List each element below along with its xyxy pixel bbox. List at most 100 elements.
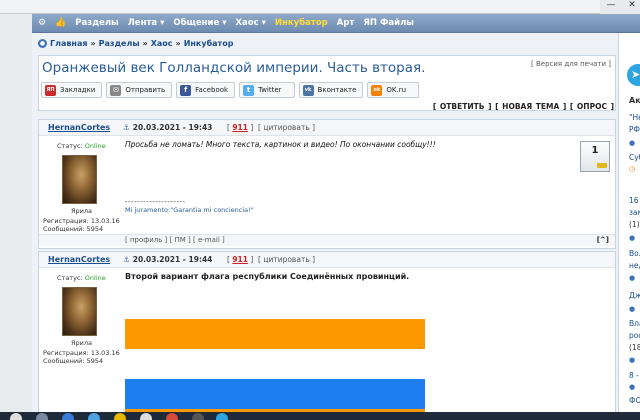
signature-text: Mi juramento:"Garantia mi conciencia!" xyxy=(125,206,254,214)
user-icon: ● xyxy=(629,356,636,364)
nav-item-sections[interactable]: Разделы xyxy=(75,18,118,28)
share-label: Закладки xyxy=(60,86,96,94)
author-status: Статус: Online xyxy=(57,142,106,150)
sidebar-link[interactable]: Вол xyxy=(629,249,640,258)
telegram-icon[interactable]: ➤ xyxy=(627,64,640,86)
author-rank: Ярила xyxy=(71,207,93,215)
post-header: HernanCortes ⚓ 20.03.2021 - 19:44 [ 911 ]… xyxy=(39,252,615,268)
sidebar-link[interactable]: зам xyxy=(629,208,640,217)
twitter-button[interactable]: t Twitter xyxy=(239,82,295,98)
post-header: HernanCortes ⚓ 20.03.2021 - 19:43 [ 911 ]… xyxy=(39,120,615,136)
anchor-icon[interactable]: ⚓ xyxy=(123,255,130,264)
post-date: ⚓ 20.03.2021 - 19:43 xyxy=(123,123,212,132)
topic-title: Оранжевый век Голландской империи. Часть… xyxy=(42,60,426,76)
nav-item-feed[interactable]: Лента ▾ xyxy=(128,18,165,28)
status-label: Статус: xyxy=(57,142,83,150)
app-icon[interactable] xyxy=(166,413,178,420)
nav-item-incubator[interactable]: Инкубатор xyxy=(275,18,328,28)
author-link[interactable]: HernanCortes xyxy=(48,123,110,132)
app-icon[interactable] xyxy=(62,413,74,420)
search-icon[interactable] xyxy=(36,413,48,420)
post-text: Второй вариант флага республики Соединён… xyxy=(125,272,410,281)
quote-link[interactable]: [ цитировать ] xyxy=(258,123,315,132)
author-status: Статус: Online xyxy=(57,274,106,282)
registration-date: Регистрация: 13.03.16 xyxy=(43,217,120,225)
post-number-link[interactable]: 911 xyxy=(232,255,248,264)
scroll-top-button[interactable]: [^] xyxy=(597,236,609,244)
app-icon[interactable] xyxy=(192,413,204,420)
rating-box[interactable]: 1 xyxy=(580,141,610,172)
bookmark-icon: ЯП xyxy=(45,84,56,96)
sidebar-link[interactable]: Дже xyxy=(629,291,640,300)
sidebar-link[interactable]: Суб xyxy=(629,153,640,162)
signature: -------------------- Mi juramento:"Garan… xyxy=(125,198,254,214)
nav-item-files[interactable]: ЯП Файлы xyxy=(363,18,414,28)
post-date-text: 20.03.2021 - 19:44 xyxy=(132,255,213,264)
breadcrumb: ● Главная » Разделы » Хаос » Инкубатор xyxy=(38,39,233,48)
breadcrumb-sections[interactable]: Разделы xyxy=(99,39,140,48)
share-bar: ЯП Закладки ✉ Отправить f Facebook t Twitter… xyxy=(41,82,420,98)
app-icon[interactable] xyxy=(216,413,228,420)
sidebar-link[interactable]: ФОЕ xyxy=(629,396,640,405)
sidebar-link[interactable]: "Не xyxy=(629,113,640,122)
start-icon[interactable] xyxy=(10,413,22,420)
post-number: [ 911 ] [ цитировать ] xyxy=(227,255,316,264)
sidebar-link[interactable]: 8 - xyxy=(629,371,639,380)
flag-image xyxy=(125,319,425,420)
topic-actions[interactable]: [ ОТВЕТИТЬ ] [ НОВАЯ ТЕМА ] [ ОПРОС ] xyxy=(433,102,614,111)
sidebar-link[interactable]: нед xyxy=(629,261,640,270)
settings-icon[interactable]: ⚙ xyxy=(38,18,46,28)
sidebar-link[interactable]: рос xyxy=(629,331,640,340)
print-version-link[interactable]: [ Версия для печати ] xyxy=(531,60,611,68)
vkontakte-button[interactable]: vk Вконтакте xyxy=(298,82,364,98)
folder-icon[interactable] xyxy=(114,413,126,420)
nav-item-art[interactable]: Арт xyxy=(337,18,355,28)
app-icon[interactable] xyxy=(88,413,100,420)
home-icon: ● xyxy=(38,39,47,48)
user-icon: ● xyxy=(629,234,636,242)
author-link[interactable]: HernanCortes xyxy=(48,255,110,264)
author-rank: Ярила xyxy=(71,339,93,347)
flag-stripe-white xyxy=(125,349,425,379)
author-stats: Регистрация: 13.03.16 Сообщений: 5954 xyxy=(43,217,120,233)
bookmarks-button[interactable]: ЯП Закладки xyxy=(41,82,103,98)
share-label: Отправить xyxy=(125,86,166,94)
browser-icon[interactable] xyxy=(140,413,152,420)
user-icon: ● xyxy=(629,305,636,313)
nav-item-chaos[interactable]: Хаос ▾ xyxy=(236,18,266,28)
breadcrumb-home[interactable]: Главная xyxy=(50,39,87,48)
nav-item-communication[interactable]: Общение ▾ xyxy=(173,18,226,28)
user-icon: ● xyxy=(629,274,636,282)
close-button[interactable]: ✕ xyxy=(624,0,640,10)
share-label: Facebook xyxy=(195,86,229,94)
site-navbar: ⚙ 👍 Разделы Лента ▾ Общение ▾ Хаос ▾ Инк… xyxy=(32,14,640,33)
profile-links[interactable]: [ профиль ] [ ПМ ] [ e-mail ] xyxy=(125,236,225,244)
quote-link[interactable]: [ цитировать ] xyxy=(258,255,315,264)
flag-stripe-blue xyxy=(125,379,425,409)
facebook-button[interactable]: f Facebook xyxy=(176,82,236,98)
rating-up-icon[interactable] xyxy=(597,163,607,168)
sidebar-link[interactable]: РФ xyxy=(629,125,640,134)
send-button[interactable]: ✉ Отправить xyxy=(106,82,173,98)
rating-value: 1 xyxy=(591,145,599,156)
flag-stripe-orange xyxy=(125,319,425,349)
share-label: Twitter xyxy=(258,86,282,94)
online-badge: Online xyxy=(84,274,106,282)
post-footer: [ профиль ] [ ПМ ] [ e-mail ] [^] xyxy=(39,234,615,246)
minimize-button[interactable]: — xyxy=(603,0,619,10)
avatar xyxy=(62,155,97,204)
post-date-text: 20.03.2021 - 19:43 xyxy=(132,123,213,132)
browser-tab-area xyxy=(0,0,600,14)
breadcrumb-chaos[interactable]: Хаос xyxy=(151,39,173,48)
post-number-link[interactable]: 911 xyxy=(232,123,248,132)
registration-date: Регистрация: 13.03.16 xyxy=(43,349,120,357)
sidebar-link[interactable]: 16 xyxy=(629,196,639,205)
breadcrumb-incubator[interactable]: Инкубатор xyxy=(184,39,234,48)
signature-separator: -------------------- xyxy=(125,198,186,206)
anchor-icon[interactable]: ⚓ xyxy=(123,123,130,132)
sidebar-link[interactable]: Вла xyxy=(629,319,640,328)
ok-button[interactable]: ok OK.ru xyxy=(367,82,420,98)
status-label: Статус: xyxy=(57,274,83,282)
avatar xyxy=(62,287,97,336)
like-icon[interactable]: 👍 xyxy=(55,18,66,28)
